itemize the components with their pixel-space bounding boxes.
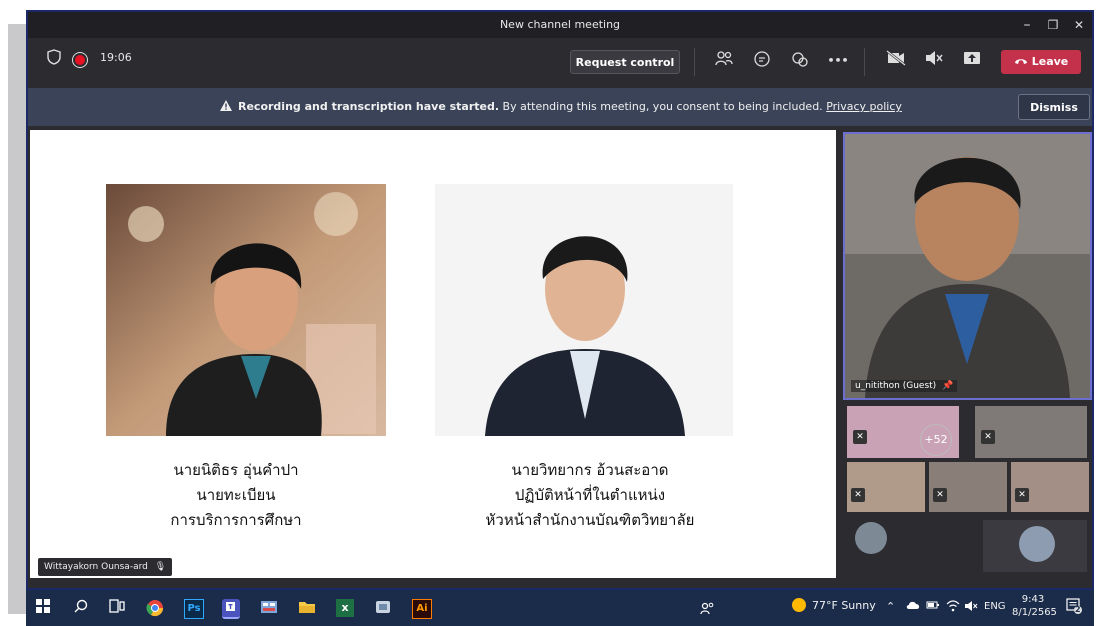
- cloud-icon[interactable]: [906, 600, 920, 613]
- dismiss-button[interactable]: Dismiss: [1018, 94, 1090, 120]
- taskbar: Ps x Ai 77°F Sunny ⌃ ENG 9:43 8/1/2565 2: [26, 590, 1094, 626]
- pinned-video-tile[interactable]: u_nitithon (Guest) 📌: [843, 132, 1092, 400]
- mic-off-icon: 🎙: [154, 562, 167, 572]
- speaker-mute-icon[interactable]: [922, 50, 946, 72]
- person1-title: นายทะเบียน: [196, 486, 276, 504]
- close-button[interactable]: ✕: [1068, 15, 1090, 35]
- recording-banner: Recording and transcription have started…: [28, 88, 1092, 126]
- shield-icon: [42, 49, 66, 71]
- participants-panel: u_nitithon (Guest) 📌 ✕ ✕ ✕ ✕ ✕: [841, 130, 1092, 578]
- participant-tile[interactable]: ✕: [929, 462, 1007, 512]
- task-view-icon[interactable]: [108, 599, 126, 617]
- person2-photo: [435, 184, 733, 436]
- people-tray-icon[interactable]: [700, 601, 714, 618]
- pinned-tag: u_nitithon (Guest) 📌: [851, 380, 958, 392]
- title-bar: New channel meeting – ❐ ✕: [28, 12, 1092, 38]
- window-title: New channel meeting: [499, 18, 621, 31]
- search-icon[interactable]: [72, 599, 90, 617]
- clock-time: 9:43: [1021, 594, 1045, 605]
- language-indicator[interactable]: ENG: [984, 601, 1006, 612]
- phone-icon: [1014, 50, 1028, 74]
- notification-count: 2: [1075, 605, 1081, 614]
- illustrator-icon[interactable]: Ai: [412, 599, 432, 619]
- excel-icon[interactable]: x: [336, 599, 354, 617]
- avatar: [1019, 526, 1055, 562]
- mic-off-icon: ✕: [853, 430, 867, 444]
- participant-tile[interactable]: ✕: [975, 406, 1087, 458]
- toolbar-divider: [694, 48, 695, 76]
- reactions-icon[interactable]: [788, 50, 812, 74]
- battery-icon[interactable]: [926, 600, 940, 613]
- wifi-icon[interactable]: [946, 600, 960, 615]
- app-icon[interactable]: [260, 599, 278, 617]
- person2-caption: นายวิทยากร อ้วนสะอาด ปฏิบัติหน้าที่ในตำแ…: [440, 458, 740, 533]
- mic-off-icon: ✕: [1015, 488, 1029, 502]
- more-icon[interactable]: •••: [826, 50, 850, 72]
- clock[interactable]: 9:43 8/1/2565: [1012, 593, 1057, 619]
- camera-off-icon[interactable]: [884, 50, 908, 72]
- presenter-tag: Wittayakorn Ounsa-ard 🎙: [38, 558, 173, 576]
- toolbar-divider: [864, 48, 865, 76]
- mic-off-icon: ✕: [981, 430, 995, 444]
- mic-off-icon: ✕: [851, 488, 865, 502]
- privacy-policy-link[interactable]: Privacy policy: [826, 100, 902, 113]
- more-participants-button[interactable]: +52: [920, 424, 952, 456]
- share-icon[interactable]: [960, 50, 984, 72]
- person2-title: ปฏิบัติหน้าที่ในตำแหน่ง: [514, 486, 666, 504]
- leave-label: Leave: [1031, 55, 1069, 68]
- banner-message: Recording and transcription have started…: [220, 100, 902, 114]
- person2-name: นายวิทยากร อ้วนสะอาด: [511, 461, 669, 479]
- notification-icon[interactable]: 2: [1066, 598, 1082, 617]
- volume-icon[interactable]: [964, 600, 978, 615]
- teams-icon[interactable]: [222, 599, 240, 619]
- meeting-timer: 19:06: [100, 51, 132, 64]
- chat-icon[interactable]: [750, 50, 774, 74]
- presenter-name: Wittayakorn Ounsa-ard: [44, 562, 148, 572]
- banner-bold: Recording and transcription have started…: [238, 100, 500, 113]
- participant-tile[interactable]: ✕: [847, 462, 925, 512]
- person1-dept: การบริการการศึกษา: [170, 511, 302, 529]
- sun-icon: [792, 598, 806, 612]
- chevron-up-icon[interactable]: ⌃: [886, 600, 895, 613]
- person1-caption: นายนิติธร อุ่นคำปา นายทะเบียน การบริการก…: [106, 458, 366, 533]
- participant-tile[interactable]: [983, 520, 1087, 572]
- maximize-button[interactable]: ❐: [1042, 15, 1064, 35]
- pinned-participant-name: u_nitithon (Guest): [855, 381, 937, 391]
- teams-window: New channel meeting – ❐ ✕ 19:06 Request …: [26, 10, 1094, 590]
- start-icon[interactable]: [34, 599, 52, 617]
- recording-icon: [75, 55, 85, 65]
- file-explorer-icon[interactable]: [298, 599, 316, 617]
- photoshop-icon[interactable]: Ps: [184, 599, 204, 619]
- clock-date: 8/1/2565: [1012, 607, 1057, 618]
- person1-photo: [106, 184, 386, 436]
- chrome-icon[interactable]: [146, 599, 164, 617]
- minimize-button[interactable]: –: [1016, 15, 1038, 35]
- request-control-button[interactable]: Request control: [570, 50, 680, 74]
- people-icon[interactable]: [712, 50, 736, 72]
- person1-name: นายนิติธร อุ่นคำปา: [173, 461, 299, 479]
- avatar[interactable]: [855, 522, 887, 554]
- pin-icon: 📌: [942, 381, 954, 391]
- app2-icon[interactable]: [374, 599, 392, 617]
- shared-screen: นายนิติธร อุ่นคำปา นายทะเบียน การบริการก…: [30, 130, 836, 578]
- mic-off-icon: ✕: [933, 488, 947, 502]
- banner-text: By attending this meeting, you consent t…: [499, 100, 827, 113]
- leave-button[interactable]: Leave: [1001, 50, 1081, 74]
- warning-icon: [220, 100, 232, 114]
- person2-dept: หัวหน้าสำนักงานบัณฑิตวิทยาลัย: [485, 511, 695, 529]
- weather-text: 77°F Sunny: [812, 599, 876, 612]
- weather-widget[interactable]: 77°F Sunny: [792, 598, 876, 612]
- participant-tile[interactable]: ✕: [1011, 462, 1089, 512]
